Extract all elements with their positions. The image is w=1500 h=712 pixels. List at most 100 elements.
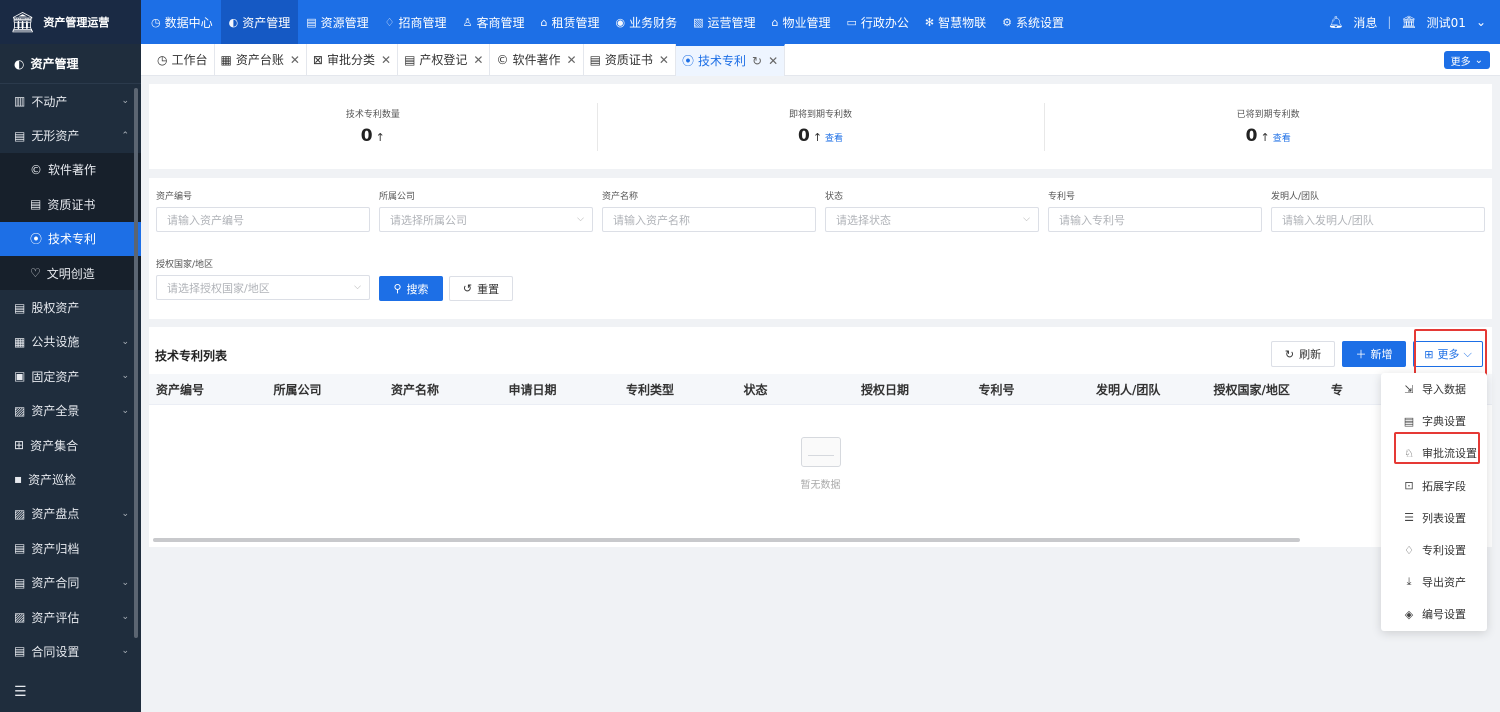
- user-avatar-icon[interactable]: 🏛: [1401, 15, 1416, 29]
- topnav-resource-management[interactable]: ▤ 资源管理: [298, 0, 376, 44]
- menu-item-numbering-settings[interactable]: ◈ 编号设置: [1381, 598, 1487, 630]
- menu-item-patent-settings[interactable]: ♢ 专利设置: [1381, 534, 1487, 566]
- sidebar-item-real-estate[interactable]: ▥ 不动产 ⌄: [0, 84, 141, 118]
- menu-item-dictionary-settings[interactable]: ▤ 字典设置: [1381, 405, 1487, 437]
- topnav-smart-iot[interactable]: ✻ 智慧物联: [917, 0, 994, 44]
- sidebar-item-civilization-creation[interactable]: ♡ 文明创造: [0, 256, 141, 290]
- refresh-button[interactable]: ↻ 刷新: [1271, 341, 1335, 367]
- menu-item-list-settings[interactable]: ☰ 列表设置: [1381, 502, 1487, 534]
- tag-icon: ◈: [1404, 607, 1414, 621]
- menu-item-approval-flow-settings[interactable]: ♘ 审批流设置: [1381, 437, 1487, 469]
- more-button[interactable]: ⊞ 更多 ⌵: [1413, 341, 1483, 367]
- column-header[interactable]: 发明人/团队: [1089, 374, 1207, 405]
- close-icon[interactable]: ✕: [473, 53, 483, 67]
- sidebar-item-asset-panorama[interactable]: ▨ 资产全景 ⌄: [0, 394, 141, 428]
- inventor-input[interactable]: 请输入发明人/团队: [1271, 207, 1485, 232]
- chevron-down-icon: ⌄: [121, 646, 129, 657]
- column-header[interactable]: 申请日期: [502, 374, 620, 405]
- column-header[interactable]: 状态: [737, 374, 855, 405]
- column-header[interactable]: 授权日期: [854, 374, 972, 405]
- topnav-investment-management[interactable]: ♢ 招商管理: [377, 0, 455, 44]
- topnav-admin-office[interactable]: ▭ 行政办公: [839, 0, 917, 44]
- tab-technical-patent[interactable]: ⦿ 技术专利 ↻ ✕: [675, 43, 786, 76]
- sidebar-item-software-copyright[interactable]: © 软件著作: [0, 153, 141, 187]
- sidebar-item-contract-settings[interactable]: ▤ 合同设置 ⌄: [0, 634, 141, 668]
- sidebar-scrollbar[interactable]: [134, 88, 138, 638]
- user-menu[interactable]: 测试01: [1427, 14, 1466, 31]
- chevron-down-icon: ⌄: [121, 96, 129, 107]
- tab-property-registration[interactable]: ▤ 产权登记 ✕: [398, 43, 491, 76]
- sidebar-item-qualification-certificate[interactable]: ▤ 资质证书: [0, 187, 141, 221]
- sidebar-item-asset-contract[interactable]: ▤ 资产合同 ⌄: [0, 565, 141, 599]
- topnav-customer-management[interactable]: ♙ 客商管理: [455, 0, 533, 44]
- status-select[interactable]: 请选择状态 ⌵: [825, 207, 1039, 232]
- patent-icon: ⦿: [30, 232, 43, 247]
- close-icon[interactable]: ✕: [659, 53, 669, 67]
- sidebar-item-intangible-assets[interactable]: ▤ 无形资产 ⌃: [0, 118, 141, 152]
- column-header[interactable]: 专利号: [972, 374, 1090, 405]
- patent-number-input[interactable]: 请输入专利号: [1048, 207, 1262, 232]
- horizontal-scrollbar[interactable]: [153, 538, 1300, 542]
- menu-item-import-data[interactable]: ⇲ 导入数据: [1381, 373, 1487, 405]
- topnav-data-center[interactable]: ◷ 数据中心: [143, 0, 221, 44]
- column-header[interactable]: 专利类型: [619, 374, 737, 405]
- brand[interactable]: 🏛 资产管理运营: [0, 0, 141, 44]
- tab-software-copyright[interactable]: © 软件著作 ✕: [490, 43, 584, 76]
- asset-number-input[interactable]: 请输入资产编号: [156, 207, 370, 232]
- sidebar-item-asset-collection[interactable]: ⊞ 资产集合: [0, 428, 141, 462]
- menu-item-extension-fields[interactable]: ⊡ 拓展字段: [1381, 470, 1487, 502]
- topnav-operations-management[interactable]: ▧ 运营管理: [685, 0, 763, 44]
- sidebar-item-asset-archive[interactable]: ▤ 资产归档: [0, 531, 141, 565]
- sidebar-item-asset-evaluation[interactable]: ▨ 资产评估 ⌄: [0, 600, 141, 634]
- search-button[interactable]: ⚲ 搜索: [379, 276, 443, 301]
- column-header[interactable]: 所属公司: [267, 374, 385, 405]
- sidebar-item-fixed-assets[interactable]: ▣ 固定资产 ⌄: [0, 359, 141, 393]
- close-icon[interactable]: ✕: [381, 53, 391, 67]
- sidebar-item-technical-patent[interactable]: ⦿ 技术专利: [0, 221, 141, 256]
- column-header[interactable]: 资产编号: [149, 374, 267, 405]
- extension-icon: ⊡: [1404, 479, 1414, 493]
- close-icon[interactable]: ✕: [567, 53, 577, 67]
- chart-icon: ▧: [693, 15, 704, 29]
- topnav-asset-management[interactable]: ◐ 资产管理: [220, 0, 299, 44]
- bell-icon[interactable]: 🔔︎: [1328, 15, 1343, 29]
- chevron-down-icon[interactable]: ⌄: [1476, 15, 1486, 29]
- topnav-system-settings[interactable]: ⚙ 系统设置: [994, 0, 1072, 44]
- reset-button[interactable]: ↺ 重置: [449, 276, 513, 301]
- collapse-menu-icon[interactable]: ☰: [14, 684, 27, 700]
- filter-country: 授权国家/地区 请选择授权国家/地区 ⌵: [156, 257, 370, 300]
- topnav-lease-management[interactable]: ⌂ 租赁管理: [532, 0, 607, 44]
- topnav-business-finance[interactable]: ◉ 业务财务: [607, 0, 685, 44]
- column-header[interactable]: 授权国家/地区: [1207, 374, 1325, 405]
- sidebar-item-asset-inventory[interactable]: ▨ 资产盘点 ⌄: [0, 497, 141, 531]
- company-select[interactable]: 请选择所属公司 ⌵: [379, 207, 593, 232]
- divider: |: [1387, 15, 1392, 29]
- close-icon[interactable]: ✕: [768, 54, 778, 68]
- view-link[interactable]: 查看: [1273, 131, 1291, 144]
- view-link[interactable]: 查看: [825, 131, 843, 144]
- tab-asset-ledger[interactable]: ▦ 资产台账 ✕: [215, 43, 307, 76]
- chevron-down-icon: ⌄: [1474, 54, 1483, 66]
- messages-link[interactable]: 消息: [1353, 14, 1377, 31]
- copyright-icon: ©: [496, 52, 509, 67]
- sidebar-item-asset-inspection[interactable]: ▪ 资产巡检: [0, 462, 141, 496]
- menu-item-export-assets[interactable]: ⤓ 导出资产: [1381, 566, 1487, 598]
- patent-list-panel: 技术专利列表 ↻ 刷新 ＋新增 ⊞ 更多 ⌵ 资产编号 所属公司 资产名称 申请日期 …: [149, 327, 1492, 547]
- asset-name-input[interactable]: 请输入资产名称: [602, 207, 816, 232]
- chevron-down-icon: ⌵: [1023, 214, 1030, 224]
- country-select[interactable]: 请选择授权国家/地区 ⌵: [156, 275, 370, 300]
- sidebar-item-public-facilities[interactable]: ▦ 公共设施 ⌄: [0, 325, 141, 359]
- tab-workbench[interactable]: ◷ 工作台: [151, 43, 215, 76]
- tab-approval-category[interactable]: ⊠ 审批分类 ✕: [307, 43, 399, 76]
- clock-icon: ◷: [157, 52, 168, 67]
- close-icon[interactable]: ✕: [290, 53, 300, 67]
- tabs-more-button[interactable]: 更多 ⌄: [1443, 51, 1490, 69]
- tab-qualification-certificate[interactable]: ▤ 资质证书 ✕: [584, 43, 676, 76]
- stats-panel: 技术专利数量 0 ↑ 即将到期专利数 0 ↑ 查看 已将到期专利数 0 ↑ 查看: [149, 84, 1492, 169]
- sidebar-item-equity-assets[interactable]: ▤ 股权资产: [0, 290, 141, 324]
- add-button[interactable]: ＋新增: [1342, 341, 1406, 367]
- refresh-icon[interactable]: ↻: [752, 54, 762, 68]
- topnav-property-management[interactable]: ⌂ 物业管理: [764, 0, 839, 44]
- column-header[interactable]: 资产名称: [384, 374, 502, 405]
- contract-icon: ▤: [14, 575, 26, 590]
